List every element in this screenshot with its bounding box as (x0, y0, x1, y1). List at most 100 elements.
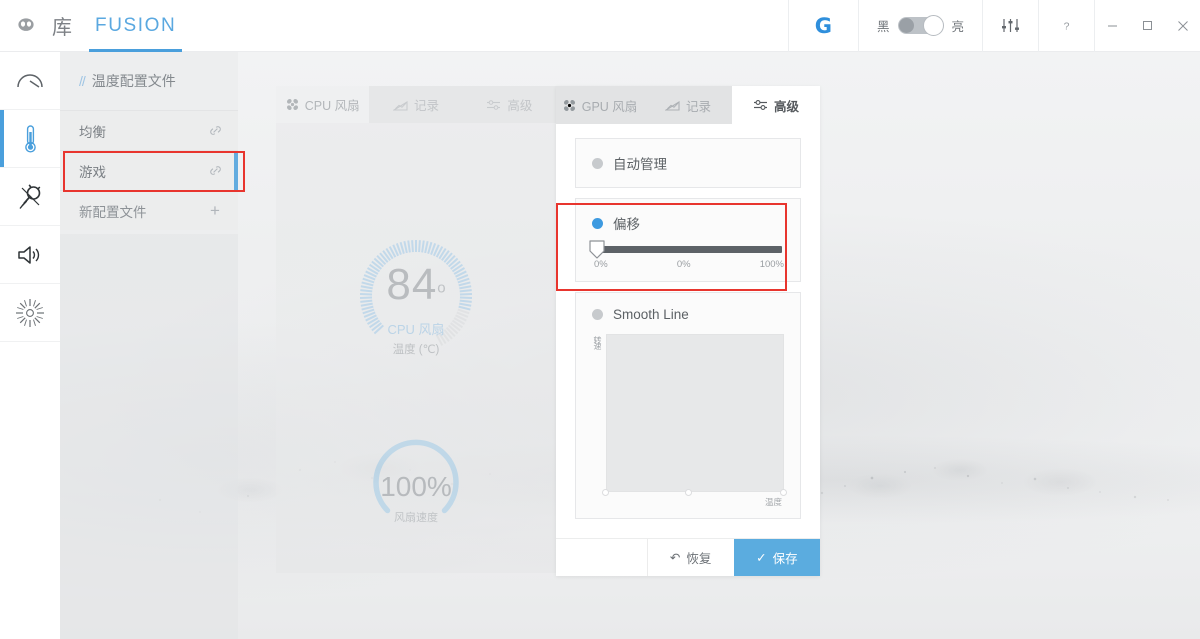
link-icon[interactable] (192, 123, 238, 138)
tab-gpu-log[interactable]: 记录 (644, 86, 732, 124)
theme-toggle-group[interactable]: 黑 亮 (858, 0, 982, 52)
profile-row-new[interactable]: 新配置文件 + (60, 190, 238, 230)
profile-label: 均衡 (79, 121, 192, 141)
gpu-card-tabs: GPU 风扇 记录 (556, 86, 820, 124)
tab-cpu-fan[interactable]: CPU 风扇 (276, 86, 369, 123)
chart-plot-area[interactable] (606, 334, 784, 492)
section-label: Smooth Line (613, 307, 689, 322)
chart-icon (665, 99, 680, 111)
profile-row-balanced[interactable]: 均衡 (60, 110, 238, 150)
toggle-knob-right (923, 15, 944, 36)
title-slashes-icon: // (79, 73, 85, 89)
gpu-card-body: 自动管理 偏移 (556, 124, 820, 538)
restore-label: 恢复 (686, 548, 711, 567)
save-button[interactable]: ✓ 保存 (734, 539, 820, 576)
tick-mid: 0% (677, 259, 691, 270)
sidebar-item-lighting[interactable] (0, 284, 60, 342)
section-offset[interactable]: 偏移 0% 0% 100% (575, 198, 801, 282)
sidebar-item-temperature[interactable] (0, 110, 60, 168)
chart-node[interactable] (780, 489, 787, 496)
minimize-button[interactable] (1095, 0, 1130, 52)
offset-slider-track[interactable] (598, 246, 782, 253)
theme-light-label: 亮 (951, 16, 964, 35)
tab-gpu-fan[interactable]: GPU 风扇 (556, 86, 644, 124)
section-label: 偏移 (613, 213, 640, 233)
radio-offset[interactable] (592, 218, 603, 229)
theme-toggle-switch[interactable] (898, 17, 942, 34)
theme-dark-label: 黑 (877, 16, 890, 35)
undo-icon: ↶ (670, 550, 680, 565)
section-header: Smooth Line (592, 307, 784, 322)
slider-handle-icon[interactable] (589, 240, 605, 259)
window-controls (1094, 0, 1200, 52)
cpu-card-body: 84o CPU 风扇 温度 (℃) 100% 风扇速度 (276, 123, 556, 573)
profile-label: 游戏 (79, 161, 192, 181)
restore-button[interactable]: ↶ 恢复 (647, 539, 734, 576)
speaker-icon (16, 243, 44, 267)
cpu-temperature-readout: 84o CPU 风扇 温度 (℃) (276, 221, 556, 357)
close-button[interactable] (1165, 0, 1200, 52)
save-label: 保存 (773, 548, 798, 567)
check-icon: ✓ (756, 550, 766, 565)
chart-node[interactable] (685, 489, 692, 496)
sliders-icon (1001, 17, 1020, 34)
gigabyte-g-logo: G (815, 14, 832, 38)
section-label: 自动管理 (613, 153, 667, 173)
profile-row-gaming[interactable]: 游戏 (60, 150, 238, 190)
brand-label: 库 (52, 11, 79, 40)
sliders-icon (486, 99, 501, 111)
fanspeed-label: 风扇速度 (394, 509, 438, 525)
gauge-subtitle: 温度 (℃) (393, 341, 440, 357)
gpu-fan-card: GPU 风扇 记录 (556, 86, 820, 576)
gigabyte-logo-button[interactable]: G (788, 0, 858, 52)
link-icon[interactable] (192, 163, 238, 178)
tick-left: 0% (594, 259, 608, 270)
offset-slider-ticks: 0% 0% 100% (594, 259, 784, 270)
chart-node[interactable] (602, 489, 609, 496)
titlebar: 库 FUSION G 黑 亮 (0, 0, 1200, 52)
question-circle-icon: ? (1057, 16, 1076, 35)
sidebar-item-audio[interactable] (0, 226, 60, 284)
alienware-head-icon (15, 15, 37, 37)
minimize-icon (1107, 20, 1118, 31)
cpu-card-tabs: CPU 风扇 记录 (276, 86, 556, 123)
temperature-profiles-panel: // 温度配置文件 均衡 游戏 (60, 52, 238, 234)
section-smooth-line[interactable]: Smooth Line 转速 温度 (575, 292, 801, 519)
maximize-icon (1142, 20, 1153, 31)
fan-icon (563, 99, 576, 112)
gauge-value: 84 (386, 260, 437, 309)
tab-fusion[interactable]: FUSION (79, 0, 192, 52)
gauge-icon (15, 68, 45, 94)
gauge-value-row: 84o (386, 263, 445, 307)
toggle-knob-left (899, 18, 914, 33)
fan-icon (286, 98, 299, 111)
help-button[interactable]: ? (1038, 0, 1094, 52)
sidebar-item-dashboard[interactable] (0, 52, 60, 110)
plus-icon[interactable]: + (192, 201, 238, 221)
section-auto-manage[interactable]: 自动管理 (575, 138, 801, 188)
tick-right: 100% (760, 259, 784, 270)
profiles-panel-title: // 温度配置文件 (60, 52, 238, 110)
tab-label: GPU 风扇 (582, 96, 638, 115)
fanspeed-value: 100% (380, 471, 452, 503)
profile-label: 新配置文件 (79, 201, 192, 221)
fan-curve-chart[interactable]: 转速 温度 (592, 334, 784, 506)
section-header: 偏移 (592, 213, 784, 233)
tab-label: 高级 (774, 96, 799, 115)
svg-text:?: ? (1064, 20, 1070, 32)
tab-cpu-advanced[interactable]: 高级 (463, 86, 556, 123)
tab-gpu-advanced[interactable]: 高级 (732, 86, 820, 124)
thermometer-icon (23, 124, 38, 154)
section-header: 自动管理 (592, 153, 784, 173)
cpu-fanspeed-readout: 100% 风扇速度 (276, 433, 556, 525)
degree-symbol: o (437, 280, 445, 297)
plug-icon (16, 183, 44, 211)
tab-label: 记录 (686, 96, 711, 115)
radio-smooth-line[interactable] (592, 309, 603, 320)
tab-cpu-log[interactable]: 记录 (369, 86, 462, 123)
settings-button[interactable] (982, 0, 1038, 52)
maximize-button[interactable] (1130, 0, 1165, 52)
sidebar-item-power[interactable] (0, 168, 60, 226)
radio-auto-manage[interactable] (592, 158, 603, 169)
sun-burst-icon (15, 298, 45, 328)
